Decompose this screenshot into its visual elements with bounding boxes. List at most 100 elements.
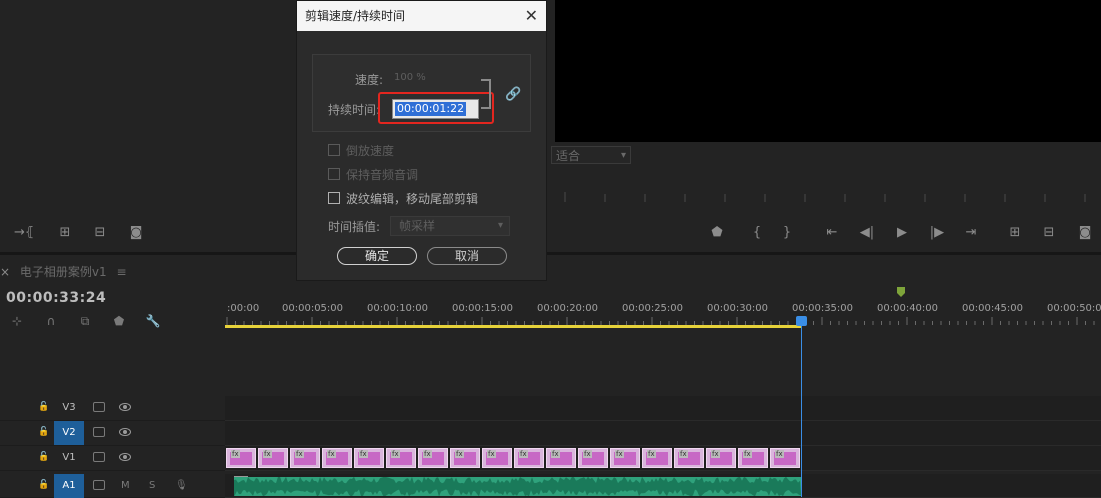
track-header-v3: 🔓 V3	[0, 396, 225, 421]
ruler-label: 00:00:50:00	[1047, 303, 1101, 314]
video-clip[interactable]: fx	[674, 448, 704, 468]
lift-icon[interactable]: ⊞	[56, 225, 74, 241]
toggle-sync-icon[interactable]	[93, 480, 105, 490]
lock-icon[interactable]: 🔓	[38, 427, 49, 438]
clip-speed-duration-dialog: 剪辑速度/持续时间 ✕ 速度: 100 % 持续时间: 00:00:01:22 …	[296, 0, 547, 281]
eye-icon[interactable]	[119, 428, 131, 436]
ruler-label: 00:00:40:00	[877, 303, 939, 314]
nest-icon[interactable]: ⊹	[8, 313, 26, 329]
video-clip[interactable]: fx	[482, 448, 512, 468]
add-marker-icon[interactable]: ⬟	[708, 225, 726, 241]
close-icon[interactable]: ✕	[517, 1, 538, 31]
menu-icon[interactable]: ≡	[116, 265, 126, 279]
ripple-edit-checkbox[interactable]	[328, 192, 340, 204]
fx-badge: fx	[711, 450, 720, 458]
sequence-tab[interactable]: × 电子相册案例v1 ≡	[0, 263, 127, 279]
program-mini-ruler[interactable]	[560, 188, 1101, 202]
chain-link-icon[interactable]: 🔗	[505, 87, 521, 102]
highlight-box	[378, 92, 494, 124]
lock-icon[interactable]: 🔓	[38, 402, 49, 413]
playhead-handle[interactable]	[796, 316, 807, 326]
extract-icon[interactable]: ⊟	[91, 225, 109, 241]
snap-icon[interactable]: ∩	[42, 313, 60, 329]
add-marker-icon[interactable]: ⬟	[110, 313, 128, 329]
insert-icon[interactable]: →⦃	[14, 225, 34, 241]
reverse-speed-checkbox[interactable]	[328, 144, 340, 156]
step-forward-icon[interactable]: |▶	[928, 225, 946, 241]
ruler-label: 00:00:10:00	[367, 303, 429, 314]
toggle-sync-icon[interactable]	[93, 402, 105, 412]
wrench-icon[interactable]: 🔧	[144, 313, 162, 329]
video-clip[interactable]: fx	[322, 448, 352, 468]
fx-badge: fx	[775, 450, 784, 458]
cancel-button[interactable]: 取消	[427, 247, 507, 265]
close-icon[interactable]: ×	[0, 265, 10, 279]
solo-button[interactable]: S	[149, 474, 155, 498]
video-clip[interactable]: fx	[610, 448, 640, 468]
video-clip[interactable]: fx	[738, 448, 768, 468]
toggle-sync-icon[interactable]	[93, 452, 105, 462]
fx-badge: fx	[263, 450, 272, 458]
lock-icon[interactable]: 🔓	[38, 452, 49, 463]
mark-out-icon[interactable]: }	[778, 225, 796, 241]
camera-icon[interactable]: ◙	[1076, 225, 1094, 241]
maintain-pitch-checkbox[interactable]	[328, 168, 340, 180]
video-clip[interactable]: fx	[706, 448, 736, 468]
playhead-timecode[interactable]: 00:00:33:24	[6, 290, 106, 306]
mute-button[interactable]: M	[121, 474, 130, 498]
track-lane-v3[interactable]	[225, 396, 1101, 421]
time-interpolation-value: 帧采样	[399, 219, 436, 233]
audio-clip[interactable]	[234, 477, 801, 496]
eye-icon[interactable]	[119, 453, 131, 461]
track-header-v1: 🔓 V1	[0, 446, 225, 471]
video-clip[interactable]: fx	[578, 448, 608, 468]
camera-icon[interactable]: ◙	[127, 225, 145, 241]
step-back-icon[interactable]: ◀|	[858, 225, 876, 241]
track-lane-v2[interactable]	[225, 421, 1101, 446]
microphone-icon[interactable]: 🎙	[175, 474, 188, 498]
toggle-sync-icon[interactable]	[93, 427, 105, 437]
audio-waveform	[234, 477, 801, 496]
dialog-title-bar[interactable]: 剪辑速度/持续时间 ✕	[297, 1, 546, 31]
track-lane-a1[interactable]: fx	[225, 474, 1101, 498]
video-clip[interactable]: fx	[450, 448, 480, 468]
video-clip[interactable]: fx	[418, 448, 448, 468]
linked-selection-icon[interactable]: ⧉	[76, 313, 94, 329]
extract-icon[interactable]: ⊟	[1040, 225, 1058, 241]
video-clip[interactable]: fx	[386, 448, 416, 468]
eye-icon[interactable]	[119, 403, 131, 411]
play-icon[interactable]: ▶	[893, 225, 911, 241]
time-interpolation-label: 时间插值:	[328, 220, 381, 234]
track-label-v3[interactable]: V3	[54, 396, 84, 420]
track-label-a1[interactable]: A1	[54, 474, 84, 498]
fx-badge: fx	[583, 450, 592, 458]
track-label-v2[interactable]: V2	[54, 421, 84, 445]
fx-badge: fx	[743, 450, 752, 458]
playhead-line[interactable]	[801, 318, 802, 497]
work-area-bar[interactable]	[225, 325, 802, 328]
fx-badge: fx	[423, 450, 432, 458]
go-to-in-icon[interactable]: ⇤	[823, 225, 841, 241]
video-clip[interactable]: fx	[226, 448, 256, 468]
mark-in-icon[interactable]: {	[748, 225, 766, 241]
sequence-tab-label: 电子相册案例v1	[19, 265, 107, 279]
video-clip[interactable]: fx	[290, 448, 320, 468]
video-clip[interactable]: fx	[642, 448, 672, 468]
fit-zoom-select[interactable]: 适合 ▾	[551, 146, 631, 164]
lock-icon[interactable]: 🔓	[38, 480, 49, 491]
video-clip[interactable]: fx	[354, 448, 384, 468]
video-clip[interactable]: fx	[258, 448, 288, 468]
time-interpolation-select[interactable]: 帧采样 ▾	[390, 216, 510, 236]
ruler-label: :00:00	[227, 303, 260, 314]
video-clip[interactable]: fx	[514, 448, 544, 468]
track-lane-v1[interactable]: fx fx fx fx fx fx fx fx fx fx fx fx fx fx fx fx fx fx	[225, 446, 1101, 471]
go-to-out-icon[interactable]: ⇥	[962, 225, 980, 241]
lift-icon[interactable]: ⊞	[1006, 225, 1024, 241]
video-clip[interactable]: fx	[770, 448, 800, 468]
ok-button[interactable]: 确定	[337, 247, 417, 265]
speed-value[interactable]: 100 %	[394, 72, 426, 83]
track-label-v1[interactable]: V1	[54, 446, 84, 470]
fx-badge: fx	[519, 450, 528, 458]
video-clip[interactable]: fx	[546, 448, 576, 468]
maintain-pitch-label: 保持音频音调	[346, 168, 419, 182]
